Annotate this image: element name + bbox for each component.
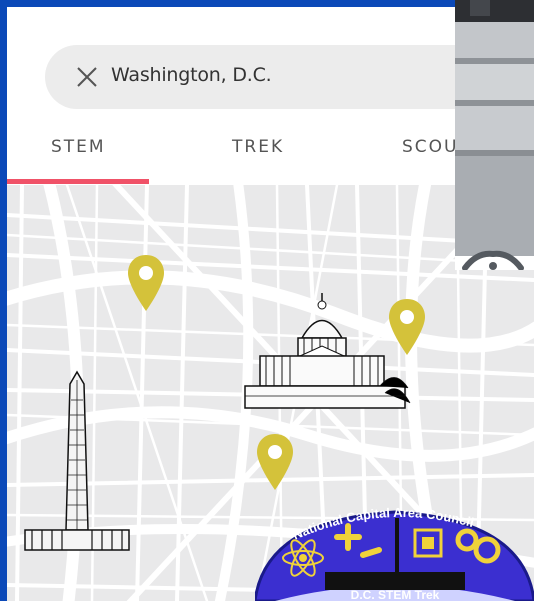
search-bar[interactable]: Washington, D.C. xyxy=(45,45,505,109)
active-tab-indicator xyxy=(7,179,149,184)
photo-overlay xyxy=(455,0,534,270)
washington-monument xyxy=(24,370,130,551)
us-capitol xyxy=(244,293,411,409)
tab-trek[interactable]: TREK xyxy=(232,137,284,157)
map-pin-icon[interactable] xyxy=(256,433,294,491)
steps-photo xyxy=(455,0,534,270)
close-icon[interactable] xyxy=(73,63,101,91)
search-input[interactable]: Washington, D.C. xyxy=(111,64,272,86)
patch-subtitle: D.C. STEM Trek xyxy=(351,588,440,601)
app-frame: Washington, D.C. STEM TREK SCOUT Nationa… xyxy=(0,0,534,601)
tab-stem[interactable]: STEM xyxy=(51,137,106,157)
map-pin-icon[interactable] xyxy=(127,254,165,312)
patch-graphic: National Capital Area Council D.C. STEM … xyxy=(255,505,534,601)
stem-trek-patch: National Capital Area Council D.C. STEM … xyxy=(255,500,534,601)
map-pin-icon[interactable] xyxy=(388,298,426,356)
